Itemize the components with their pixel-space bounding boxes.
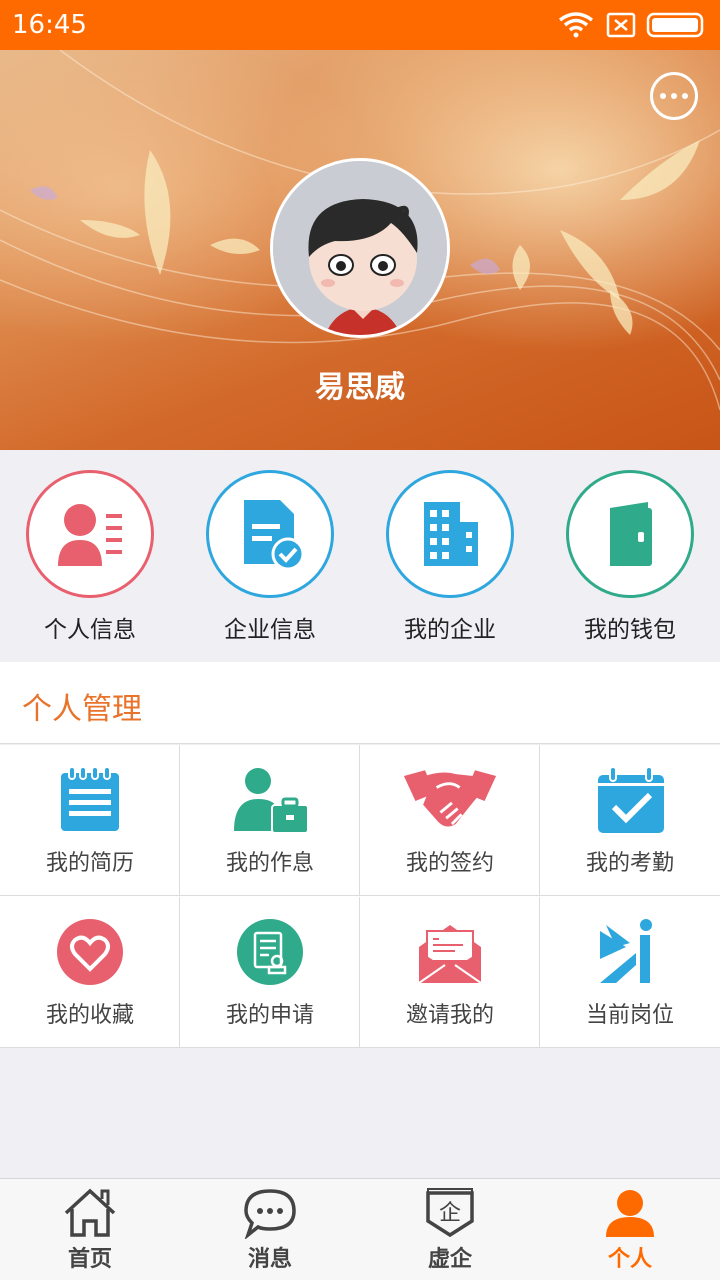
nav-label: 个人: [607, 1247, 652, 1272]
nav-label: 虚企: [427, 1247, 472, 1272]
bottom-nav: 首页 消息 企 虚企 个人: [0, 1178, 720, 1280]
nav-virtual-company[interactable]: 企 虚企: [360, 1179, 540, 1280]
grid-item-contract[interactable]: 我的签约: [360, 745, 540, 896]
grid-label: 我的签约: [405, 851, 494, 876]
section-title: 个人管理: [22, 692, 142, 727]
user-name: 易思威: [315, 370, 405, 405]
nav-messages[interactable]: 消息: [180, 1179, 360, 1280]
quick-actions: 个人信息 企业信息 我的企业 我的钱包: [0, 450, 720, 660]
application-form-icon: [237, 919, 303, 985]
nav-label: 首页: [67, 1247, 112, 1272]
battery-icon: [646, 12, 704, 38]
position-icon: [600, 919, 652, 983]
grid-label: 我的作息: [225, 851, 314, 876]
grid-label: 当前岗位: [585, 1003, 674, 1028]
virtual-company-icon: 企: [426, 1188, 474, 1238]
svg-text:企: 企: [439, 1201, 461, 1226]
grid-label: 我的考勤: [585, 851, 674, 876]
grid-item-applications[interactable]: 我的申请: [180, 897, 360, 1048]
nav-home[interactable]: 首页: [0, 1179, 180, 1280]
grid-label: 邀请我的: [405, 1003, 494, 1028]
chat-bubble-icon: [244, 1189, 296, 1239]
profile-card-icon: [58, 504, 122, 566]
nav-personal[interactable]: 个人: [540, 1179, 720, 1280]
person-icon: [606, 1190, 654, 1237]
handshake-icon: [403, 770, 497, 827]
wallet-icon: [610, 502, 652, 566]
more-dots-icon: [660, 93, 666, 99]
home-icon: [64, 1188, 116, 1237]
heart-icon: [57, 919, 123, 985]
more-button[interactable]: [650, 72, 698, 120]
section-header: 个人管理: [0, 662, 720, 744]
avatar[interactable]: [270, 158, 450, 338]
status-time: 16:45: [12, 10, 87, 40]
resume-notepad-icon: [61, 766, 119, 831]
calendar-check-icon: [598, 766, 664, 833]
envelope-invite-icon: [418, 925, 482, 984]
grid-label: 我的简历: [45, 851, 134, 876]
nav-label: 消息: [247, 1247, 292, 1272]
avatar-image: [273, 161, 447, 335]
management-grid: 我的简历 我的作息 我的签约 我的考勤 我的收藏 我的申请 邀请我的 当前岗位: [0, 745, 720, 1048]
grid-item-attendance[interactable]: 我的考勤: [540, 745, 720, 896]
quick-label: 企业信息: [224, 617, 316, 643]
grid-item-schedule[interactable]: 我的作息: [180, 745, 360, 896]
quick-item-personal-info[interactable]: 个人信息: [0, 470, 180, 650]
grid-item-favorites[interactable]: 我的收藏: [0, 897, 180, 1048]
quick-item-my-company[interactable]: 我的企业: [360, 470, 540, 650]
quick-label: 个人信息: [44, 617, 136, 643]
quick-item-wallet[interactable]: 我的钱包: [540, 470, 720, 650]
grid-label: 我的申请: [225, 1003, 314, 1028]
person-briefcase-icon: [234, 768, 309, 834]
grid-item-current-position[interactable]: 当前岗位: [540, 897, 720, 1048]
status-bar: 16:45: [0, 0, 720, 50]
building-icon: [424, 502, 478, 566]
profile-banner: 易思威: [0, 50, 720, 450]
document-check-icon: [244, 500, 305, 571]
wifi-icon: [558, 12, 594, 38]
grid-label: 我的收藏: [45, 1003, 134, 1028]
grid-item-invitations[interactable]: 邀请我的: [360, 897, 540, 1048]
grid-item-resume[interactable]: 我的简历: [0, 745, 180, 896]
status-icons: [558, 12, 704, 38]
quick-item-company-info[interactable]: 企业信息: [180, 470, 360, 650]
no-sim-icon: [606, 12, 636, 38]
quick-label: 我的钱包: [584, 617, 676, 643]
quick-label: 我的企业: [404, 617, 496, 643]
